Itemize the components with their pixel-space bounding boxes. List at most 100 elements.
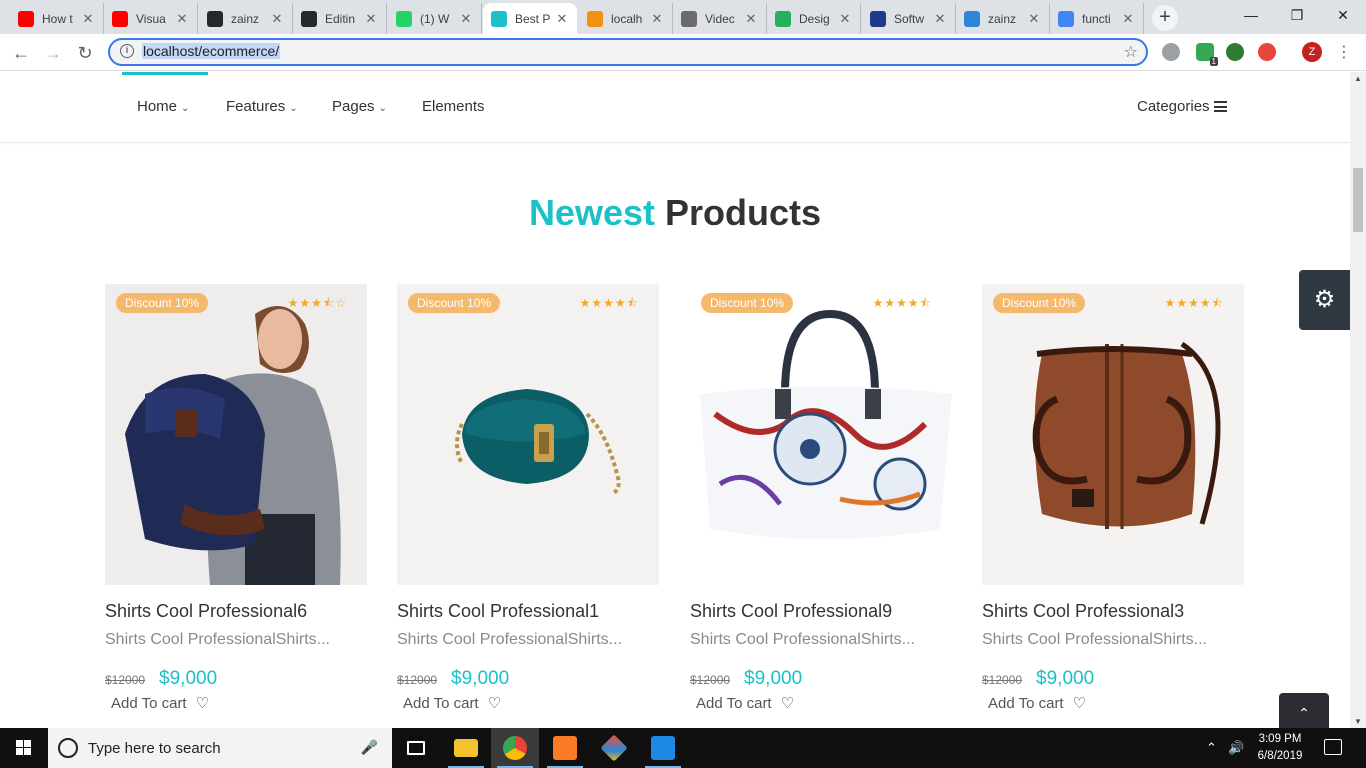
xampp-icon[interactable] (541, 728, 589, 768)
close-tab-icon[interactable]: ✕ (555, 11, 569, 27)
nav-item-pages[interactable]: Pages ⌄ (332, 98, 387, 115)
close-tab-icon[interactable]: ✕ (1027, 11, 1041, 27)
browser-menu-icon[interactable]: ⋮ (1336, 42, 1352, 62)
close-tab-icon[interactable]: ✕ (650, 11, 664, 27)
product-card: Discount 10% ★★★⯪☆ Shirts Cool Professiona… (105, 284, 367, 712)
close-tab-icon[interactable]: ✕ (459, 11, 473, 27)
url-text[interactable]: localhost/ecommerce/ (142, 43, 281, 59)
browser-tab[interactable]: Best P ✕ (483, 3, 577, 34)
profile-avatar[interactable]: Z (1302, 42, 1322, 62)
taskbar-clock[interactable]: 3:09 PM 6/8/2019 (1252, 731, 1308, 765)
chrome-icon[interactable] (491, 728, 539, 768)
categories-menu-button[interactable]: Categories (1137, 98, 1227, 115)
star-rating: ★★★★⯪ (872, 296, 932, 310)
design-icon (775, 10, 791, 27)
close-tab-icon[interactable]: ✕ (1121, 11, 1135, 27)
taskbar-search-box[interactable]: Type here to search 🎤 (48, 728, 392, 768)
product-description: Shirts Cool ProfessionalShirts... (690, 631, 915, 648)
add-to-cart-button[interactable]: Add To cart (696, 695, 772, 712)
close-tab-icon[interactable]: ✕ (744, 11, 758, 27)
bookmark-star-icon[interactable]: ☆ (1124, 42, 1138, 62)
close-tab-icon[interactable]: ✕ (838, 11, 852, 27)
browser-tab[interactable]: Editin ✕ (293, 3, 387, 34)
close-tab-icon[interactable]: ✕ (270, 11, 284, 27)
file-explorer-icon[interactable] (442, 728, 490, 768)
product-image[interactable]: Discount 10% ★★★⯪☆ (105, 284, 367, 585)
extension-puzzle-icon[interactable] (1162, 43, 1180, 61)
browser-tab[interactable]: zainz ✕ (199, 3, 293, 34)
old-price: $12000 (397, 673, 438, 687)
categories-label: Categories (1137, 98, 1210, 115)
browser-tab[interactable]: zainz ✕ (956, 3, 1050, 34)
address-bar[interactable]: i localhost/ecommerce/ ☆ (108, 38, 1148, 66)
discount-badge: Discount 10% (993, 293, 1086, 313)
add-to-cart-button[interactable]: Add To cart (988, 695, 1064, 712)
browser-toolbar: ← → ↻ i localhost/ecommerce/ ☆ 1 Z ⋮ (0, 34, 1366, 71)
tray-chevron-up-icon[interactable]: ⌃ (1206, 740, 1217, 756)
new-tab-button[interactable]: + (1152, 5, 1178, 31)
scroll-to-top-button[interactable]: ⌃ (1279, 693, 1329, 728)
tab-title: zainz (988, 11, 1017, 26)
browser-tab[interactable]: Desig ✕ (767, 3, 861, 34)
close-tab-icon[interactable]: ✕ (81, 11, 95, 27)
scroll-down-arrow-icon[interactable]: ▼ (1354, 717, 1362, 726)
browser-tab[interactable]: Videc ✕ (673, 3, 767, 34)
close-tab-icon[interactable]: ✕ (175, 11, 189, 27)
product-image[interactable]: Discount 10% ★★★★⯪ (397, 284, 659, 585)
scroll-up-arrow-icon[interactable]: ▲ (1354, 74, 1362, 83)
product-name[interactable]: Shirts Cool Professional6 (105, 601, 367, 622)
tab-title: Softw (894, 11, 925, 26)
browser-tab-strip: How t ✕ Visua ✕ zainz ✕ Editin ✕ (1) W ✕ Best P ✕ lo… (0, 0, 1366, 34)
settings-gear-button[interactable]: ⚙ (1299, 270, 1350, 330)
page-scrollbar[interactable]: ▲ ▼ (1350, 72, 1366, 728)
heart-icon[interactable]: ♡ (1073, 694, 1086, 712)
product-image[interactable]: Discount 10% ★★★★⯪ (982, 284, 1244, 585)
browser-tab[interactable]: Softw ✕ (862, 3, 956, 34)
heart-icon[interactable]: ♡ (781, 694, 794, 712)
microphone-icon[interactable]: 🎤 (361, 739, 378, 756)
nav-item-features[interactable]: Features ⌄ (226, 98, 298, 115)
forward-button[interactable]: → (40, 40, 66, 66)
discount-badge: Discount 10% (701, 293, 794, 313)
browser-tab[interactable]: Visua ✕ (104, 3, 198, 34)
browser-tab[interactable]: (1) W ✕ (388, 3, 482, 34)
product-image[interactable]: Discount 10% ★★★★⯪ (690, 284, 952, 585)
action-center-icon[interactable] (1324, 739, 1342, 755)
current-price: $9,000 (159, 668, 218, 689)
reload-button[interactable]: ↻ (72, 40, 98, 66)
heart-icon[interactable]: ♡ (196, 694, 209, 712)
site-navbar: Home ⌄ Features ⌄ Pages ⌄ Elements Categori… (0, 72, 1350, 143)
gear-icon: ⚙ (1313, 286, 1336, 313)
browser-tab[interactable]: localh ✕ (579, 3, 673, 34)
product-card: Discount 10% ★★★★⯪ Shirts Cool Professiona… (397, 284, 659, 712)
close-tab-icon[interactable]: ✕ (364, 11, 378, 27)
task-view-icon[interactable] (392, 728, 440, 768)
extension-globe-icon[interactable] (1226, 43, 1244, 61)
heart-icon[interactable]: ♡ (488, 694, 501, 712)
close-window-button[interactable]: ✕ (1320, 0, 1366, 30)
site-info-icon[interactable]: i (120, 44, 134, 58)
add-to-cart-button[interactable]: Add To cart (111, 695, 187, 712)
volume-icon[interactable]: 🔊 (1228, 740, 1244, 756)
nav-item-home[interactable]: Home ⌄ (137, 98, 189, 115)
browser-tab[interactable]: How t ✕ (10, 3, 104, 34)
extension-shield-icon[interactable]: 1 (1196, 43, 1218, 66)
extension-brave-icon[interactable] (1258, 43, 1276, 61)
back-button[interactable]: ← (8, 40, 34, 66)
add-to-cart-button[interactable]: Add To cart (403, 695, 479, 712)
restore-button[interactable]: ❐ (1274, 0, 1320, 30)
nav-item-elements[interactable]: Elements (422, 98, 485, 115)
vscode-icon[interactable] (639, 728, 687, 768)
minimize-button[interactable]: — (1228, 0, 1274, 30)
product-name[interactable]: Shirts Cool Professional3 (982, 601, 1244, 622)
git-icon[interactable] (590, 728, 638, 768)
close-tab-icon[interactable]: ✕ (933, 11, 947, 27)
product-name[interactable]: Shirts Cool Professional9 (690, 601, 952, 622)
scrollbar-thumb[interactable] (1353, 168, 1363, 232)
cortana-icon (58, 738, 78, 758)
nav-active-indicator (122, 72, 208, 75)
heading-accent-word: Newest (528, 192, 655, 233)
product-name[interactable]: Shirts Cool Professional1 (397, 601, 659, 622)
start-button[interactable] (0, 728, 48, 768)
browser-tab[interactable]: functi ✕ (1050, 3, 1144, 34)
